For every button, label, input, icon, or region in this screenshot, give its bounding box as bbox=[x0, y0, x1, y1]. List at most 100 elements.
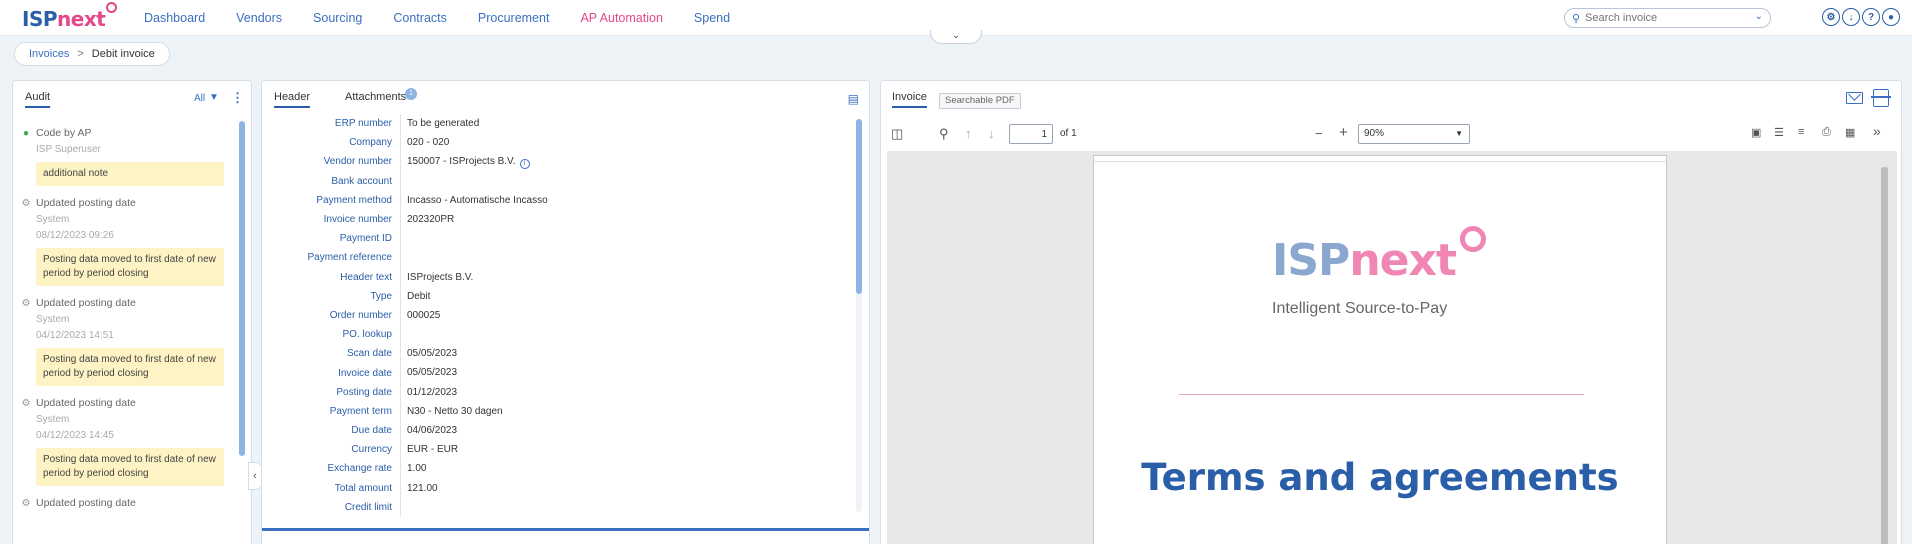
field-label: Payment term bbox=[329, 405, 392, 417]
document-divider bbox=[1179, 394, 1584, 395]
field-value[interactable]: EUR - EUR bbox=[400, 440, 852, 460]
field-value[interactable]: 1.00 bbox=[400, 459, 852, 479]
header-scrollbar[interactable] bbox=[856, 119, 862, 294]
gear-icon: ⚙ bbox=[21, 397, 31, 409]
pdf-scrollbar[interactable] bbox=[1881, 167, 1888, 544]
user-icon[interactable]: ● bbox=[1882, 8, 1900, 26]
audit-entry: ● Code by AP ISP Superuser additional not… bbox=[21, 126, 236, 186]
field-value[interactable]: 121.00 bbox=[400, 478, 852, 498]
zoom-select[interactable]: 90% ▼ bbox=[1358, 124, 1470, 144]
collapse-audit-button[interactable]: ‹ bbox=[248, 462, 262, 490]
field-label: PO. lookup bbox=[342, 329, 392, 341]
audit-scrollbar[interactable] bbox=[239, 121, 245, 456]
zoom-in-icon[interactable]: + bbox=[1339, 124, 1348, 141]
field-value[interactable]: Incasso - Automatische Incasso bbox=[400, 190, 852, 210]
nav-item-procurement[interactable]: Procurement bbox=[478, 11, 550, 25]
info-icon[interactable]: i bbox=[519, 159, 530, 170]
search-input[interactable] bbox=[1585, 11, 1745, 25]
zoom-out-icon[interactable]: − bbox=[1315, 126, 1323, 141]
download-icon[interactable]: ↓ bbox=[1842, 8, 1860, 26]
folder-icon[interactable]: ▦ bbox=[1845, 126, 1855, 139]
nav-item-ap-automation[interactable]: AP Automation bbox=[580, 11, 662, 25]
ispnext-logo[interactable]: ISPnext bbox=[22, 2, 117, 31]
field-label: Posting date bbox=[336, 386, 392, 398]
field-row-total-amount: Total amount 121.00 bbox=[262, 478, 852, 498]
field-value[interactable]: 05/05/2023 bbox=[400, 344, 852, 364]
tab-audit[interactable]: Audit bbox=[25, 91, 51, 108]
main-nav: Dashboard Vendors Sourcing Contracts Pro… bbox=[144, 0, 761, 36]
field-value[interactable]: ISProjects B.V. bbox=[400, 267, 852, 287]
field-value[interactable] bbox=[400, 325, 852, 345]
chevron-down-icon: ⌄ bbox=[952, 30, 960, 40]
arrow-up-icon[interactable]: ↑ bbox=[965, 126, 972, 141]
field-value[interactable]: 05/05/2023 bbox=[400, 363, 852, 383]
tab-attachments[interactable]: Attachments bbox=[345, 91, 406, 103]
field-value[interactable]: 202320PR bbox=[400, 209, 852, 230]
list-icon[interactable]: ≡ bbox=[1798, 126, 1804, 138]
field-value[interactable] bbox=[400, 171, 852, 191]
tab-invoice[interactable]: Invoice bbox=[892, 91, 927, 108]
field-value-wrap[interactable]: 150007 - ISProjects B.V. i bbox=[400, 152, 852, 172]
search-icon: ⚲ bbox=[1572, 13, 1581, 25]
nav-item-sourcing[interactable]: Sourcing bbox=[313, 11, 362, 25]
nav-item-contracts[interactable]: Contracts bbox=[393, 11, 447, 25]
collapse-header-toggle[interactable]: ⌄ bbox=[930, 30, 982, 44]
field-value[interactable] bbox=[400, 497, 852, 517]
nav-item-spend[interactable]: Spend bbox=[694, 11, 730, 25]
mail-icon[interactable] bbox=[1846, 92, 1863, 104]
field-row-erp-number: ERP number To be generated bbox=[262, 114, 852, 134]
arrow-down-icon[interactable]: ↓ bbox=[988, 126, 995, 141]
tab-header[interactable]: Header bbox=[274, 91, 311, 108]
field-row-payment-method: Payment method Incasso - Automatische Inc… bbox=[262, 190, 852, 210]
print-icon[interactable]: ⎙ bbox=[1822, 126, 1831, 139]
filter-icon[interactable]: ▼ bbox=[209, 92, 219, 103]
tab-searchable-pdf[interactable]: Searchable PDF bbox=[939, 93, 1021, 109]
help-icon[interactable]: ? bbox=[1862, 8, 1880, 26]
field-label: Invoice number bbox=[323, 214, 392, 226]
header-panel: Header Attachments ▤ ERP number To be gen… bbox=[261, 80, 870, 544]
pdf-canvas-area[interactable]: ISPnext Intelligent Source-to-Pay Terms … bbox=[887, 151, 1897, 544]
field-row-payment-id: Payment ID bbox=[262, 229, 852, 249]
lines-section-divider bbox=[262, 528, 869, 544]
scan-icon[interactable] bbox=[1871, 89, 1891, 107]
field-row-exchange-rate: Exchange rate 1.00 bbox=[262, 459, 852, 479]
field-row-header-text: Header text ISProjects B.V. bbox=[262, 267, 852, 287]
field-value[interactable] bbox=[400, 248, 852, 268]
audit-list: ● Code by AP ISP Superuser additional not… bbox=[21, 126, 236, 520]
page-number-input[interactable] bbox=[1009, 124, 1053, 144]
header-fields: ERP number To be generated Company 020 - 0… bbox=[262, 114, 852, 517]
breadcrumb: Invoices > Debit invoice bbox=[14, 42, 170, 66]
audit-entry-date: 04/12/2023 14:45 bbox=[36, 430, 114, 441]
audit-filter-label[interactable]: All bbox=[194, 93, 205, 104]
field-label: Payment method bbox=[316, 194, 392, 206]
more-options-icon[interactable]: ⋮ bbox=[231, 90, 244, 106]
field-value[interactable]: Debit bbox=[400, 286, 852, 306]
field-value[interactable]: 04/06/2023 bbox=[400, 421, 852, 441]
chevron-double-right-icon[interactable]: » bbox=[1873, 123, 1881, 139]
pdf-scrollbar-thumb[interactable] bbox=[1881, 167, 1888, 544]
nav-item-dashboard[interactable]: Dashboard bbox=[144, 11, 205, 25]
search-icon[interactable]: ⚲ bbox=[939, 126, 949, 142]
sidebar-toggle-icon[interactable]: ◫ bbox=[891, 126, 903, 142]
field-label: Scan date bbox=[346, 348, 392, 360]
field-value[interactable]: 020 - 020 bbox=[400, 133, 852, 153]
audit-entry-title: Updated posting date bbox=[36, 397, 136, 409]
bar-chart-icon[interactable]: ▤ bbox=[848, 92, 859, 106]
field-value: 150007 - ISProjects B.V. bbox=[407, 156, 516, 168]
field-value[interactable] bbox=[400, 229, 852, 249]
nav-item-vendors[interactable]: Vendors bbox=[236, 11, 282, 25]
field-label: Payment reference bbox=[307, 252, 393, 264]
gear-icon[interactable]: ⚙ bbox=[1822, 8, 1840, 26]
field-value[interactable]: N30 - Netto 30 dagen bbox=[400, 401, 852, 421]
audit-entry-note: Posting data moved to first date of new … bbox=[36, 248, 224, 286]
gear-icon: ⚙ bbox=[21, 197, 31, 209]
layers-icon[interactable]: ☰ bbox=[1774, 126, 1784, 139]
invoice-viewer-panel: Invoice Searchable PDF ◫ ⚲ ↑ ↓ of 1 − + … bbox=[880, 80, 1902, 544]
present-icon[interactable]: ▣ bbox=[1751, 126, 1761, 139]
field-value[interactable]: To be generated bbox=[400, 114, 852, 134]
chevron-down-icon[interactable]: ⌄ bbox=[1755, 11, 1763, 22]
breadcrumb-invoices-link[interactable]: Invoices bbox=[29, 48, 69, 60]
field-value[interactable]: 000025 bbox=[400, 305, 852, 326]
audit-panel: Audit All ▼ ⋮ ● Code by AP ISP Superuser … bbox=[12, 80, 252, 544]
field-value[interactable]: 01/12/2023 bbox=[400, 382, 852, 402]
